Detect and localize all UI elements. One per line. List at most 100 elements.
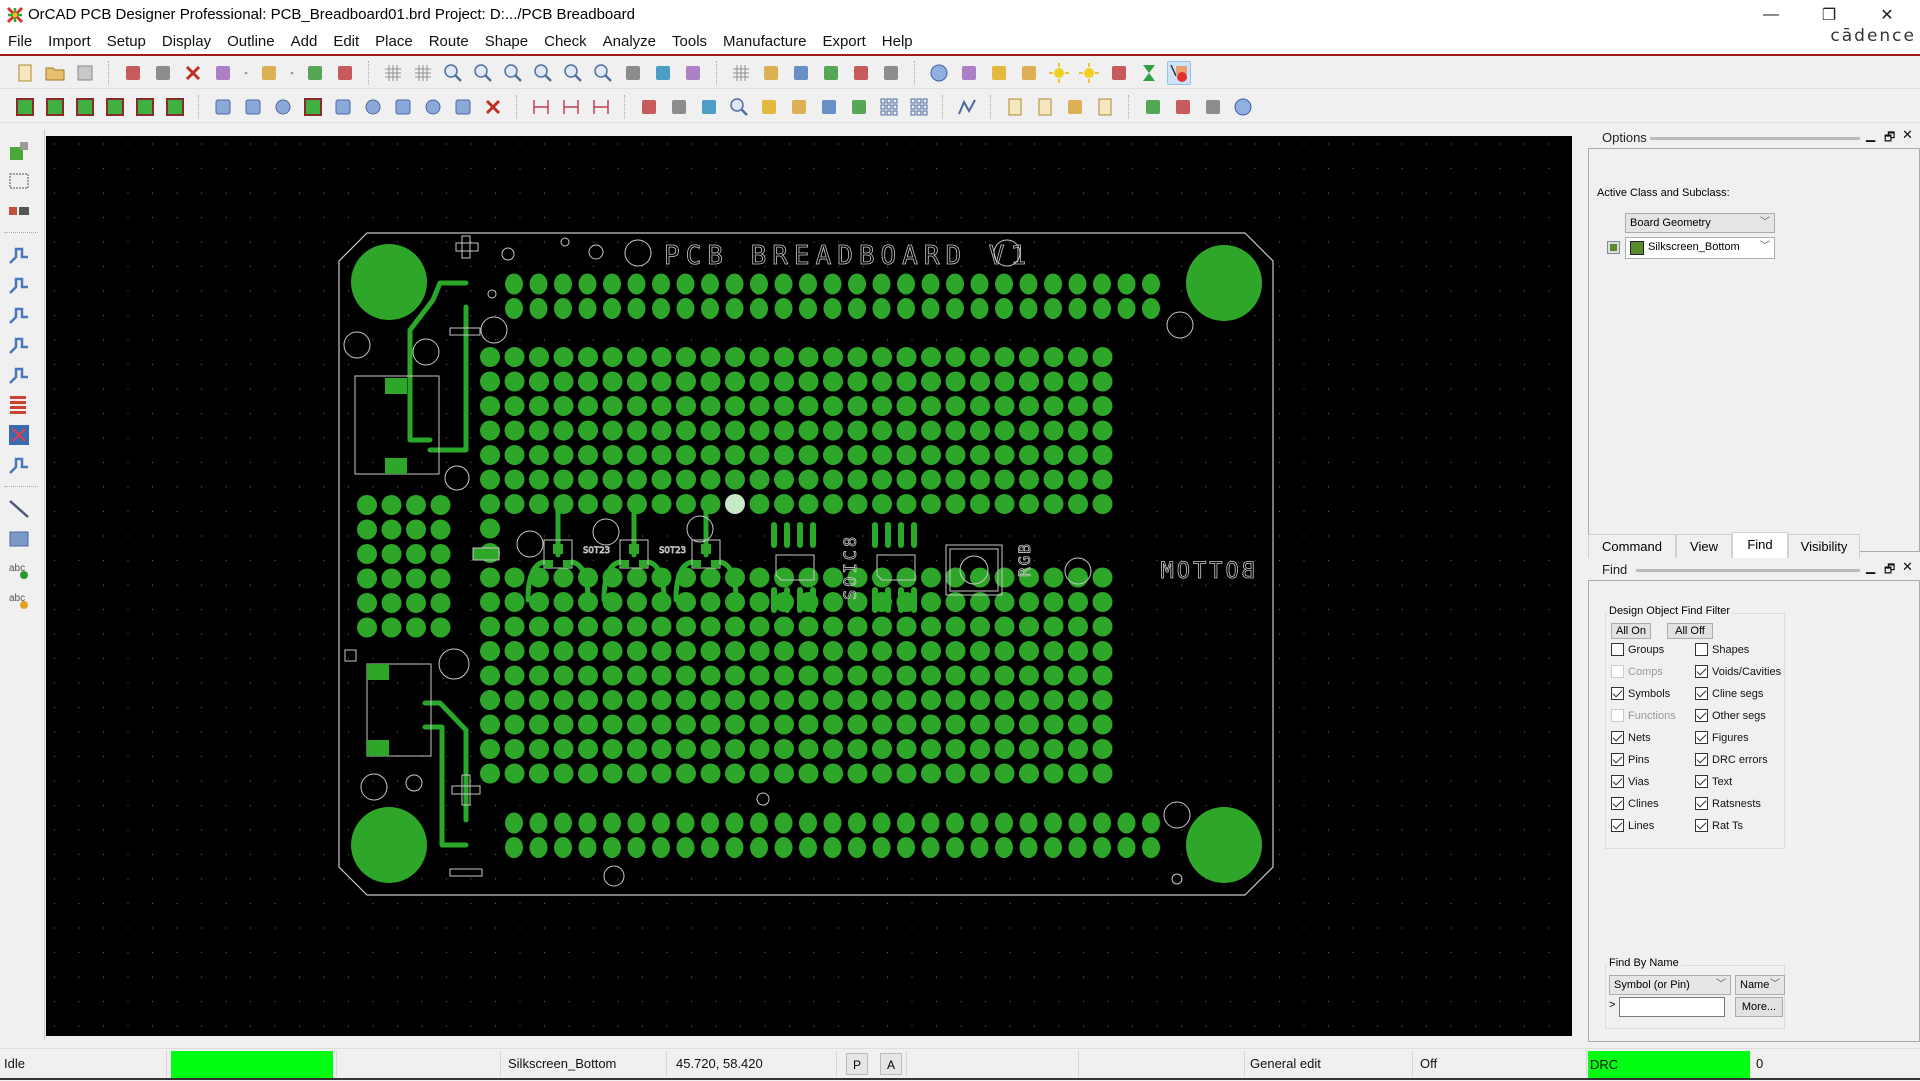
breadboard-pad[interactable] [896,763,917,784]
breadboard-pad[interactable] [1019,420,1039,441]
pcb-drawing[interactable]: PCB BREADBOARD V1 SOT23 SOT23 SOIC8 RGB BOTTO… [46,136,1572,1036]
breadboard-pad[interactable] [602,690,623,710]
breadboard-pad[interactable] [627,763,647,784]
shape-merge-button[interactable] [73,95,97,119]
breadboard-pad[interactable] [553,616,574,637]
breadboard-pad[interactable] [651,396,672,416]
breadboard-pad[interactable] [896,616,917,637]
breadboard-pad[interactable] [774,690,794,710]
breadboard-pad[interactable] [872,469,892,490]
undo-button[interactable] [211,61,235,85]
breadboard-pad[interactable] [700,763,721,784]
breadboard-pad[interactable] [627,690,647,710]
redo-dropdown-button[interactable] [287,61,297,85]
redo-button[interactable] [257,61,281,85]
delete-button[interactable] [181,61,205,85]
subclass-select[interactable]: Silkscreen_Bottom ﹀ [1625,237,1775,259]
breadboard-pad[interactable] [480,665,500,686]
breadboard-pad[interactable] [651,494,672,514]
mounting-hole-pad[interactable] [351,807,427,883]
breadboard-pad[interactable] [602,665,623,686]
shape-corner-button[interactable] [163,95,187,119]
rail-pad[interactable] [970,837,989,858]
breadboard-pad[interactable] [749,420,770,441]
breadboard-pad[interactable] [774,567,794,588]
rectangle-button[interactable] [241,95,265,119]
breadboard-pad[interactable] [847,420,868,441]
breadboard-pad[interactable] [676,665,696,686]
breadboard-pad[interactable] [921,494,941,514]
rail-pad[interactable] [1019,837,1038,858]
grid-redraw-button[interactable] [411,61,435,85]
breadboard-pad[interactable] [529,469,549,490]
breadboard-pad[interactable] [676,469,696,490]
breadboard-pad[interactable] [921,763,941,784]
usb-pad[interactable] [367,664,389,680]
breadboard-pad[interactable] [921,371,941,392]
zoom-in-button[interactable] [501,61,525,85]
rail-pad[interactable] [578,298,597,319]
breadboard-pad[interactable] [994,665,1015,686]
rail-pad[interactable] [774,812,793,834]
breadboard-pad[interactable] [896,567,917,588]
menu-route[interactable]: Route [421,30,477,54]
breadboard-pad[interactable] [1092,567,1113,588]
rail-pad[interactable] [725,298,744,319]
rail-pad[interactable] [505,273,523,295]
breadboard-pad[interactable] [1092,616,1113,637]
rail-pad[interactable] [897,812,915,834]
breadboard-pad[interactable] [1043,616,1064,637]
rail-pad[interactable] [872,837,891,858]
check-list-button[interactable] [1093,95,1117,119]
breadboard-pad[interactable] [627,494,647,514]
breadboard-pad[interactable] [970,641,990,661]
rail-pad[interactable] [701,837,719,858]
breadboard-pad[interactable] [480,396,500,416]
info-button[interactable] [927,61,951,85]
breadboard-pad[interactable] [921,641,941,661]
menu-place[interactable]: Place [367,30,421,54]
void-circle-button[interactable] [361,95,385,119]
breadboard-pad[interactable] [504,445,525,465]
rail-pad[interactable] [627,298,646,319]
breadboard-pad[interactable] [529,494,549,514]
usb-pad[interactable] [367,740,389,756]
breadboard-pad[interactable] [578,739,598,759]
breadboard-pad[interactable] [676,690,696,710]
rail-pad[interactable] [921,837,940,858]
save-button[interactable] [73,61,97,85]
breadboard-pad[interactable] [872,420,892,441]
void-poly-button[interactable] [451,95,475,119]
edit-text-button[interactable]: abc [6,586,32,612]
breadboard-pad[interactable] [700,739,721,759]
breadboard-pad[interactable] [994,396,1015,416]
breadboard-pad[interactable] [774,494,794,514]
breadboard-pad[interactable] [1019,763,1039,784]
breadboard-pad[interactable] [798,763,819,784]
mounting-hole-pad[interactable] [1186,245,1262,321]
rail-pad[interactable] [995,812,1013,834]
breadboard-pad[interactable] [480,567,500,588]
breadboard-pad[interactable] [896,641,917,661]
breadboard-pad[interactable] [823,592,843,612]
breadboard-pad[interactable] [749,714,770,735]
breadboard-pad[interactable] [578,469,598,490]
breadboard-pad[interactable] [529,371,549,392]
options-drag-bar[interactable] [1650,137,1860,140]
breadboard-pad[interactable] [529,641,549,661]
side-pad[interactable] [406,568,426,589]
rail-pad[interactable] [676,298,695,319]
breadboard-pad[interactable] [651,641,672,661]
breadboard-pad[interactable] [798,445,819,465]
breadboard-pad[interactable] [480,690,500,710]
rail-pad[interactable] [1044,273,1062,295]
breadboard-pad[interactable] [1092,739,1113,759]
rail-pad[interactable] [946,298,964,319]
breadboard-pad[interactable] [774,739,794,759]
breadboard-pad[interactable] [994,763,1015,784]
rail-pad[interactable] [1142,273,1160,295]
spread-button[interactable] [6,392,32,418]
rail-pad[interactable] [652,273,670,295]
grid-button[interactable] [729,61,753,85]
breadboard-pad[interactable] [749,616,770,637]
